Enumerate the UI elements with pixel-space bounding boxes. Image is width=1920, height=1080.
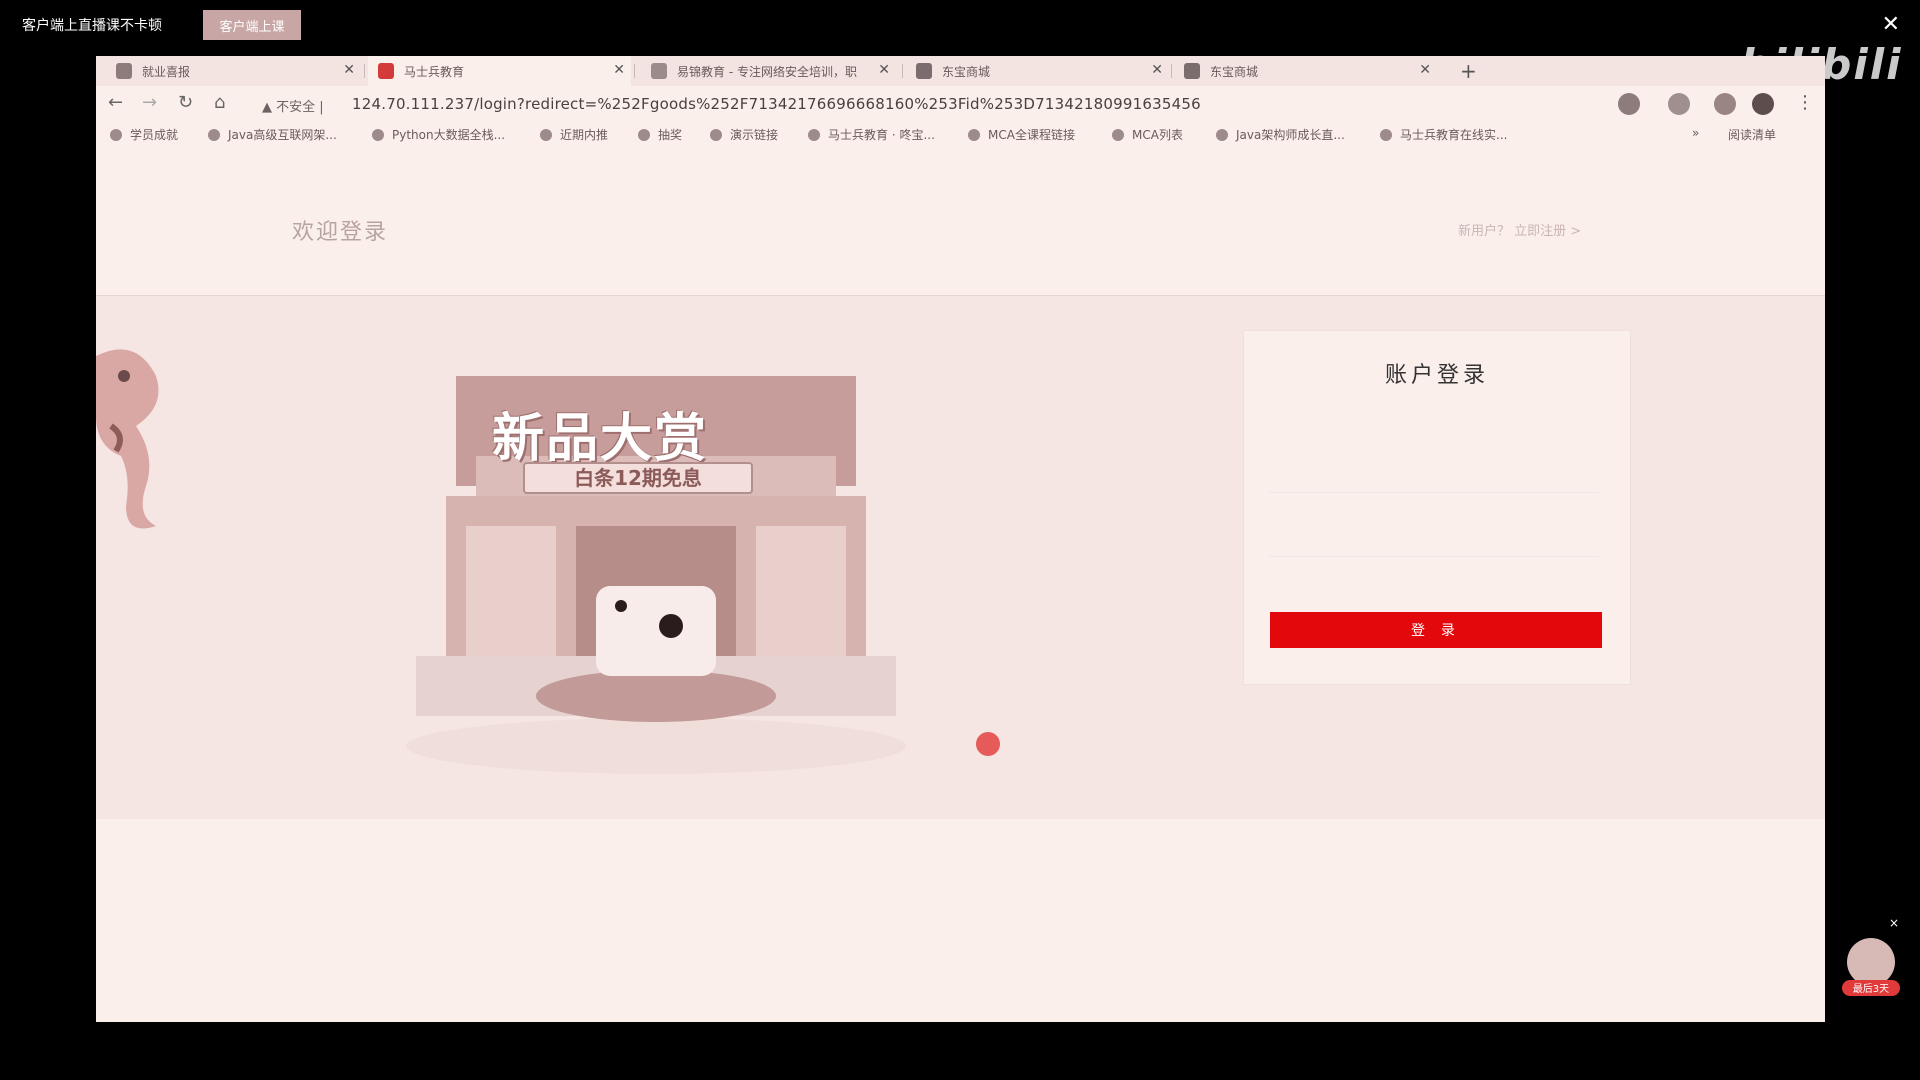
- tab-favicon-icon: [651, 63, 667, 79]
- client-class-button[interactable]: 客户端上课: [203, 10, 301, 40]
- tab-jobs[interactable]: 就业喜报 ✕: [106, 56, 361, 86]
- bookmark-label: MCA列表: [1132, 128, 1183, 142]
- new-tab-icon[interactable]: +: [1460, 59, 1477, 83]
- tab-label: 就业喜报: [142, 64, 191, 79]
- tab-favicon-icon: [378, 63, 394, 79]
- tab-favicon-icon: [916, 63, 932, 79]
- badge-close-icon[interactable]: ×: [1889, 916, 1899, 930]
- tab-yijin[interactable]: 易锦教育 - 专注网络安全培训，职 ✕: [641, 56, 896, 86]
- bookmark-label: Python大数据全栈...: [392, 128, 506, 142]
- bookmark-item[interactable]: 近期内推: [540, 126, 608, 143]
- bookmarks-bar: 学员成就 Java高级互联网架... Python大数据全栈... 近期内推 抽…: [96, 122, 1825, 148]
- home-icon[interactable]: ⌂: [214, 92, 225, 113]
- bookmark-item[interactable]: 学员成就: [110, 126, 178, 143]
- tab-label: 马士兵教育: [404, 64, 465, 79]
- bookmark-label: 近期内推: [560, 128, 609, 142]
- promo-subtitle: 白条12期免息: [523, 462, 753, 494]
- globe-icon: [808, 128, 820, 141]
- globe-icon: [710, 128, 722, 141]
- login-page: 欢迎登录 新用户？ 立即注册 > 新品大赏 白条12期免息 账户登录 登 录: [96, 148, 1825, 1022]
- bookmark-icon: [208, 128, 220, 141]
- tab-separator: [634, 64, 635, 78]
- forward-icon[interactable]: →: [142, 92, 157, 113]
- url-field[interactable]: 124.70.111.237/login?redirect=%252Fgoods…: [352, 95, 1201, 113]
- bookmark-folder-icon: [110, 128, 122, 141]
- tab-close-icon[interactable]: ✕: [1419, 62, 1431, 78]
- tab-label: 易锦教育 - 专注网络安全培训，职: [677, 64, 857, 79]
- bookmark-item[interactable]: 抽奖: [638, 126, 682, 143]
- browser-window: 就业喜报 ✕ 马士兵教育 ✕ 易锦教育 - 专注网络安全培训，职 ✕ 东宝商城 …: [96, 56, 1825, 1022]
- tab-close-icon[interactable]: ✕: [1151, 62, 1163, 78]
- reload-icon[interactable]: ↻: [178, 92, 193, 113]
- bookmark-item[interactable]: 演示链接: [710, 126, 778, 143]
- tab-favicon-icon: [116, 63, 132, 79]
- bookmark-icon: [540, 128, 552, 141]
- extension-icon[interactable]: [1668, 93, 1690, 115]
- tab-separator: [902, 64, 903, 78]
- bookmark-icon: [372, 128, 384, 141]
- bookmark-label: 马士兵教育 · 咚宝...: [828, 128, 935, 142]
- bookmark-label: Java高级互联网架...: [228, 128, 337, 142]
- tab-label: 东宝商城: [942, 64, 991, 79]
- cursor-highlight: [976, 732, 1000, 756]
- bookmark-icon: [968, 128, 980, 141]
- globe-icon: [638, 128, 650, 141]
- bookmark-label: 演示链接: [730, 128, 779, 142]
- tab-strip: 就业喜报 ✕ 马士兵教育 ✕ 易锦教育 - 专注网络安全培训，职 ✕ 东宝商城 …: [96, 56, 1825, 86]
- player-close-icon[interactable]: ✕: [1882, 12, 1900, 37]
- password-input[interactable]: [1269, 521, 1599, 557]
- bookmarks-more-icon[interactable]: »: [1692, 126, 1699, 140]
- bookmark-item[interactable]: MCA列表: [1112, 126, 1183, 143]
- browser-menu-icon[interactable]: ⋮: [1796, 92, 1814, 113]
- tab-label: 东宝商城: [1210, 64, 1259, 79]
- player-top-bar: 客户端上直播课不卡顿 客户端上课 ✕: [0, 0, 1920, 52]
- extension-puzzle-icon[interactable]: [1714, 93, 1736, 115]
- bookmark-label: 马士兵教育在线实...: [1400, 128, 1508, 142]
- extension-play-icon[interactable]: [1618, 93, 1640, 115]
- bookmark-item[interactable]: Python大数据全栈...: [372, 126, 505, 143]
- tab-close-icon[interactable]: ✕: [343, 62, 355, 78]
- profile-avatar-icon[interactable]: [1752, 93, 1774, 115]
- register-link[interactable]: 新用户？ 立即注册 >: [1458, 220, 1581, 239]
- screen-root: 客户端上直播课不卡顿 客户端上课 ✕ bilibili 就业喜报 ✕ 马士兵教育…: [0, 0, 1920, 1080]
- seahorse-mascot-icon: [96, 349, 159, 529]
- bookmark-item[interactable]: Java高级互联网架...: [208, 126, 337, 143]
- back-icon[interactable]: ←: [108, 92, 123, 113]
- bookmark-label: 抽奖: [658, 128, 683, 142]
- bookmark-item[interactable]: 马士兵教育在线实...: [1380, 126, 1507, 143]
- tab-separator: [1171, 64, 1172, 78]
- welcome-heading: 欢迎登录: [292, 220, 389, 245]
- login-button[interactable]: 登 录: [1270, 612, 1602, 648]
- bookmark-icon: [1380, 128, 1392, 141]
- promo-badge-icon[interactable]: 最后3天: [1836, 932, 1906, 1002]
- tab-mashibing[interactable]: 马士兵教育 ✕: [368, 56, 631, 86]
- bookmark-icon: [1112, 128, 1124, 141]
- bookmark-icon: [1216, 128, 1228, 141]
- address-toolbar: ← → ↻ ⌂ ▲ 不安全 | 124.70.111.237/login?red…: [96, 86, 1825, 122]
- bookmark-label: 学员成就: [130, 128, 179, 142]
- player-title: 客户端上直播课不卡顿: [22, 18, 162, 34]
- tab-separator: [364, 64, 365, 78]
- bookmark-label: Java架构师成长直...: [1236, 128, 1345, 142]
- bookmark-item[interactable]: Java架构师成长直...: [1216, 126, 1345, 143]
- username-input[interactable]: [1269, 457, 1599, 493]
- login-card: 账户登录 登 录: [1243, 330, 1631, 685]
- login-title: 账户登录: [1384, 363, 1489, 388]
- reading-list-button[interactable]: 阅读清单: [1728, 126, 1776, 143]
- tab-dongbao-2[interactable]: 东宝商城 ✕: [1174, 56, 1437, 86]
- security-warning[interactable]: ▲ 不安全 |: [262, 96, 324, 115]
- tab-favicon-icon: [1184, 63, 1200, 79]
- tab-close-icon[interactable]: ✕: [878, 62, 890, 78]
- bookmark-item[interactable]: MCA全课程链接: [968, 126, 1075, 143]
- bookmark-item[interactable]: 马士兵教育 · 咚宝...: [808, 126, 935, 143]
- bookmark-label: MCA全课程链接: [988, 128, 1075, 142]
- tab-close-icon[interactable]: ✕: [613, 62, 625, 78]
- badge-label: 最后3天: [1853, 983, 1889, 995]
- tab-dongbao-1[interactable]: 东宝商城 ✕: [906, 56, 1169, 86]
